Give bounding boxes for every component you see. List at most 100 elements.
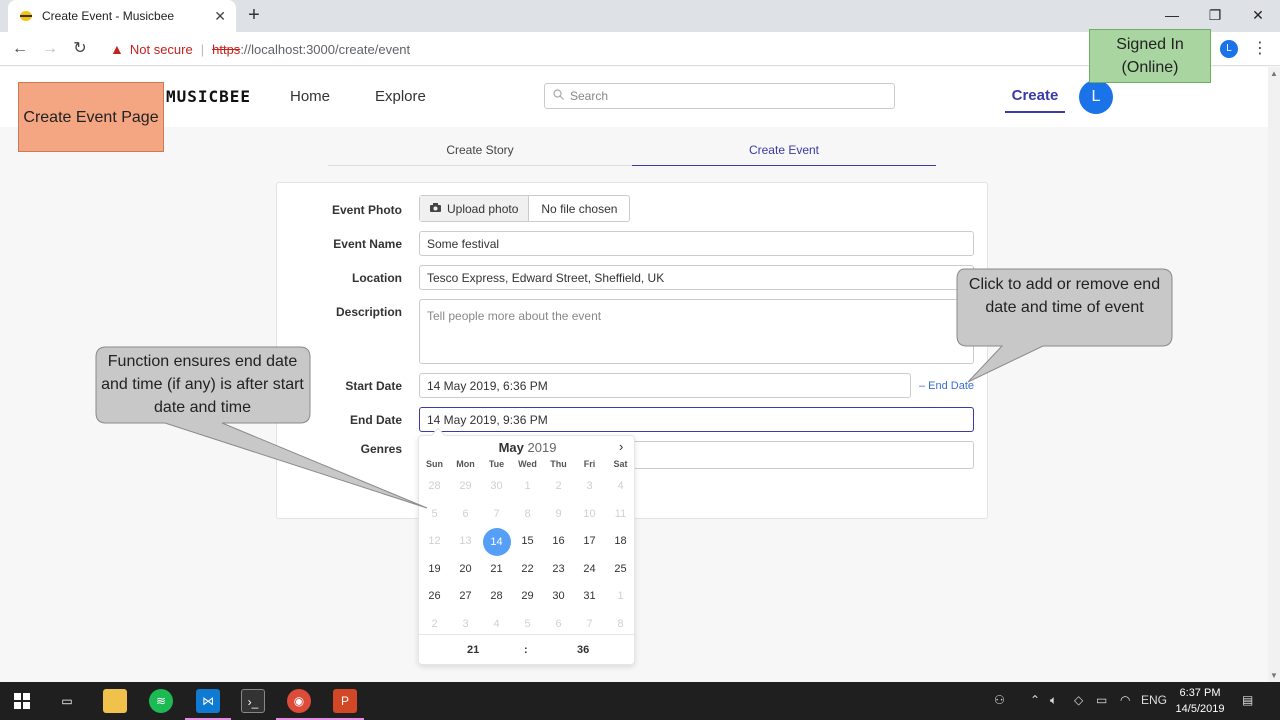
weekday-label: Thu — [550, 459, 567, 469]
window-close-button[interactable]: ✕ — [1236, 0, 1280, 32]
end-date-input[interactable]: 14 May 2019, 9:36 PM — [419, 407, 974, 432]
date-picker-popup: May 2019 › Sun Mon Tue Wed Thu Fri Sat 2… — [418, 427, 636, 665]
weekday-label: Sat — [613, 459, 628, 469]
end-date-toggle-link[interactable]: – End Date — [919, 380, 974, 392]
calendar-day: 28 — [428, 480, 441, 492]
tab-title: Create Event - Musicbee — [42, 9, 175, 23]
calendar-day[interactable]: 29 — [512, 583, 543, 611]
calendar-day: 2 — [555, 480, 562, 492]
calendar-day[interactable]: 24 — [574, 556, 605, 584]
back-arrow-icon[interactable]: ← — [8, 38, 32, 60]
calendar-day-grid: 28 29 30 1 2 3 4 5 6 7 8 9 10 11 12 13 14 15 16 17 18 19 20 21 2… — [419, 473, 636, 638]
nav-create-link[interactable]: Create — [1005, 87, 1065, 113]
scroll-down-icon[interactable]: ▼ — [1270, 671, 1278, 680]
calendar-year[interactable]: 2019 — [528, 440, 557, 455]
calendar-day[interactable]: 25 — [605, 556, 636, 584]
calendar-day[interactable]: 30 — [543, 583, 574, 611]
url-scheme: https — [212, 41, 241, 57]
powerpoint-icon[interactable]: P — [333, 689, 357, 713]
start-date-input[interactable]: 14 May 2019, 6:36 PM — [419, 373, 911, 398]
calendar-day: 13 — [459, 535, 472, 547]
people-icon[interactable]: ⚇ — [994, 693, 1005, 707]
reload-icon[interactable]: ↻ — [68, 38, 92, 60]
calendar-day-selected[interactable]: 14 — [481, 528, 512, 556]
window-minimize-button[interactable]: — — [1150, 0, 1194, 32]
clock-date: 14/5/2019 — [1175, 703, 1225, 715]
calendar-day[interactable]: 21 — [481, 556, 512, 584]
weekday-label: Wed — [518, 459, 537, 469]
browser-tab[interactable]: Create Event - Musicbee ✕ — [8, 0, 236, 32]
clock-time: 6:37 PM — [1179, 687, 1221, 699]
notification-icon[interactable]: ▤ — [1242, 693, 1253, 707]
spotify-icon[interactable]: ≋ — [149, 689, 173, 713]
calendar-week-row: 5 6 7 8 9 10 11 — [419, 501, 636, 529]
address-bar[interactable]: ▲ Not secure | https ://localhost:3000/c… — [100, 36, 1230, 62]
calendar-day[interactable]: 17 — [574, 528, 605, 556]
calendar-day[interactable]: 27 — [450, 583, 481, 611]
event-name-input[interactable]: Some festival — [419, 231, 974, 256]
calendar-week-row: 26 27 28 29 30 31 1 — [419, 583, 636, 611]
terminal-icon[interactable]: ›_ — [241, 689, 265, 713]
calendar-month-header: May 2019 — [419, 440, 636, 455]
calendar-day[interactable]: 15 — [512, 528, 543, 556]
wifi-icon[interactable]: ◠ — [1120, 693, 1130, 707]
windows-start-icon[interactable] — [10, 689, 34, 713]
chrome-icon[interactable]: ◉ — [287, 689, 311, 713]
event-photo-label: Event Photo — [331, 203, 402, 217]
calendar-day: 11 — [614, 507, 627, 520]
calendar-week-row: 28 29 30 1 2 3 4 — [419, 473, 636, 501]
calendar-day: 6 — [462, 507, 469, 520]
nav-explore-link[interactable]: Explore — [375, 88, 426, 105]
nav-home-link[interactable]: Home — [290, 88, 330, 105]
page-scrollbar[interactable]: ▲ ▼ — [1268, 67, 1280, 682]
file-explorer-icon[interactable] — [103, 689, 127, 713]
calendar-day[interactable]: 18 — [605, 528, 636, 556]
vscode-icon[interactable]: ⋈ — [196, 689, 220, 713]
browser-menu-icon[interactable]: ⋮ — [1252, 38, 1268, 58]
calendar-day[interactable]: 26 — [419, 583, 450, 611]
hour-input[interactable]: 21 — [467, 644, 479, 656]
calendar-day[interactable]: 23 — [543, 556, 574, 584]
task-view-icon[interactable]: ▭ — [55, 689, 79, 713]
location-input[interactable]: Tesco Express, Edward Street, Sheffield,… — [419, 265, 974, 290]
user-avatar[interactable]: L — [1079, 80, 1113, 114]
app-logo[interactable]: MUSICBEE — [166, 87, 251, 106]
not-secure-label[interactable]: Not secure — [130, 42, 193, 57]
dropbox-icon[interactable]: ◇ — [1074, 693, 1083, 707]
calendar-month[interactable]: May — [499, 440, 524, 455]
tray-chevron-icon[interactable]: ⌃ — [1030, 693, 1040, 707]
calendar-day: 1 — [524, 480, 531, 492]
weekday-label: Tue — [488, 459, 505, 469]
scroll-up-icon[interactable]: ▲ — [1270, 69, 1278, 78]
photo-upload[interactable]: Upload photo No file chosen — [419, 195, 631, 222]
calendar-day: 12 — [428, 535, 441, 547]
description-textarea[interactable]: Tell people more about the event — [419, 299, 974, 364]
weekday-label: Sun — [426, 459, 443, 469]
calendar-week-row: 12 13 14 15 16 17 18 — [419, 528, 636, 556]
calendar-day[interactable]: 16 — [543, 528, 574, 556]
tab-create-event[interactable]: Create Event — [632, 143, 936, 166]
minute-input[interactable]: 36 — [577, 644, 589, 656]
calendar-day[interactable]: 31 — [574, 583, 605, 611]
language-indicator[interactable]: ENG — [1141, 693, 1167, 707]
calendar-day: 3 — [586, 480, 593, 492]
volume-icon[interactable]: 🔈︎ — [1050, 693, 1057, 708]
tab-create-story[interactable]: Create Story — [328, 143, 632, 166]
new-tab-button[interactable]: + — [244, 4, 264, 28]
calendar-day[interactable]: 20 — [450, 556, 481, 584]
tab-close-icon[interactable]: ✕ — [214, 8, 226, 25]
system-clock[interactable]: 6:37 PM 14/5/2019 — [1172, 685, 1228, 717]
calendar-day[interactable]: 28 — [481, 583, 512, 611]
forward-arrow-icon[interactable]: → — [38, 38, 62, 60]
signed-in-annotation-box: Signed In (Online) — [1089, 29, 1211, 83]
window-restore-button[interactable]: ❐ — [1193, 0, 1237, 32]
battery-icon[interactable]: ▭ — [1096, 693, 1107, 707]
calendar-day: 5 — [431, 507, 438, 520]
next-month-chevron-icon[interactable]: › — [619, 439, 623, 454]
calendar-day[interactable]: 22 — [512, 556, 543, 584]
browser-profile-avatar[interactable]: L — [1220, 40, 1238, 58]
upload-photo-button[interactable]: Upload photo — [420, 196, 530, 221]
search-input[interactable]: Search — [544, 83, 895, 109]
url-separator: | — [200, 41, 205, 57]
calendar-day[interactable]: 19 — [419, 556, 450, 584]
